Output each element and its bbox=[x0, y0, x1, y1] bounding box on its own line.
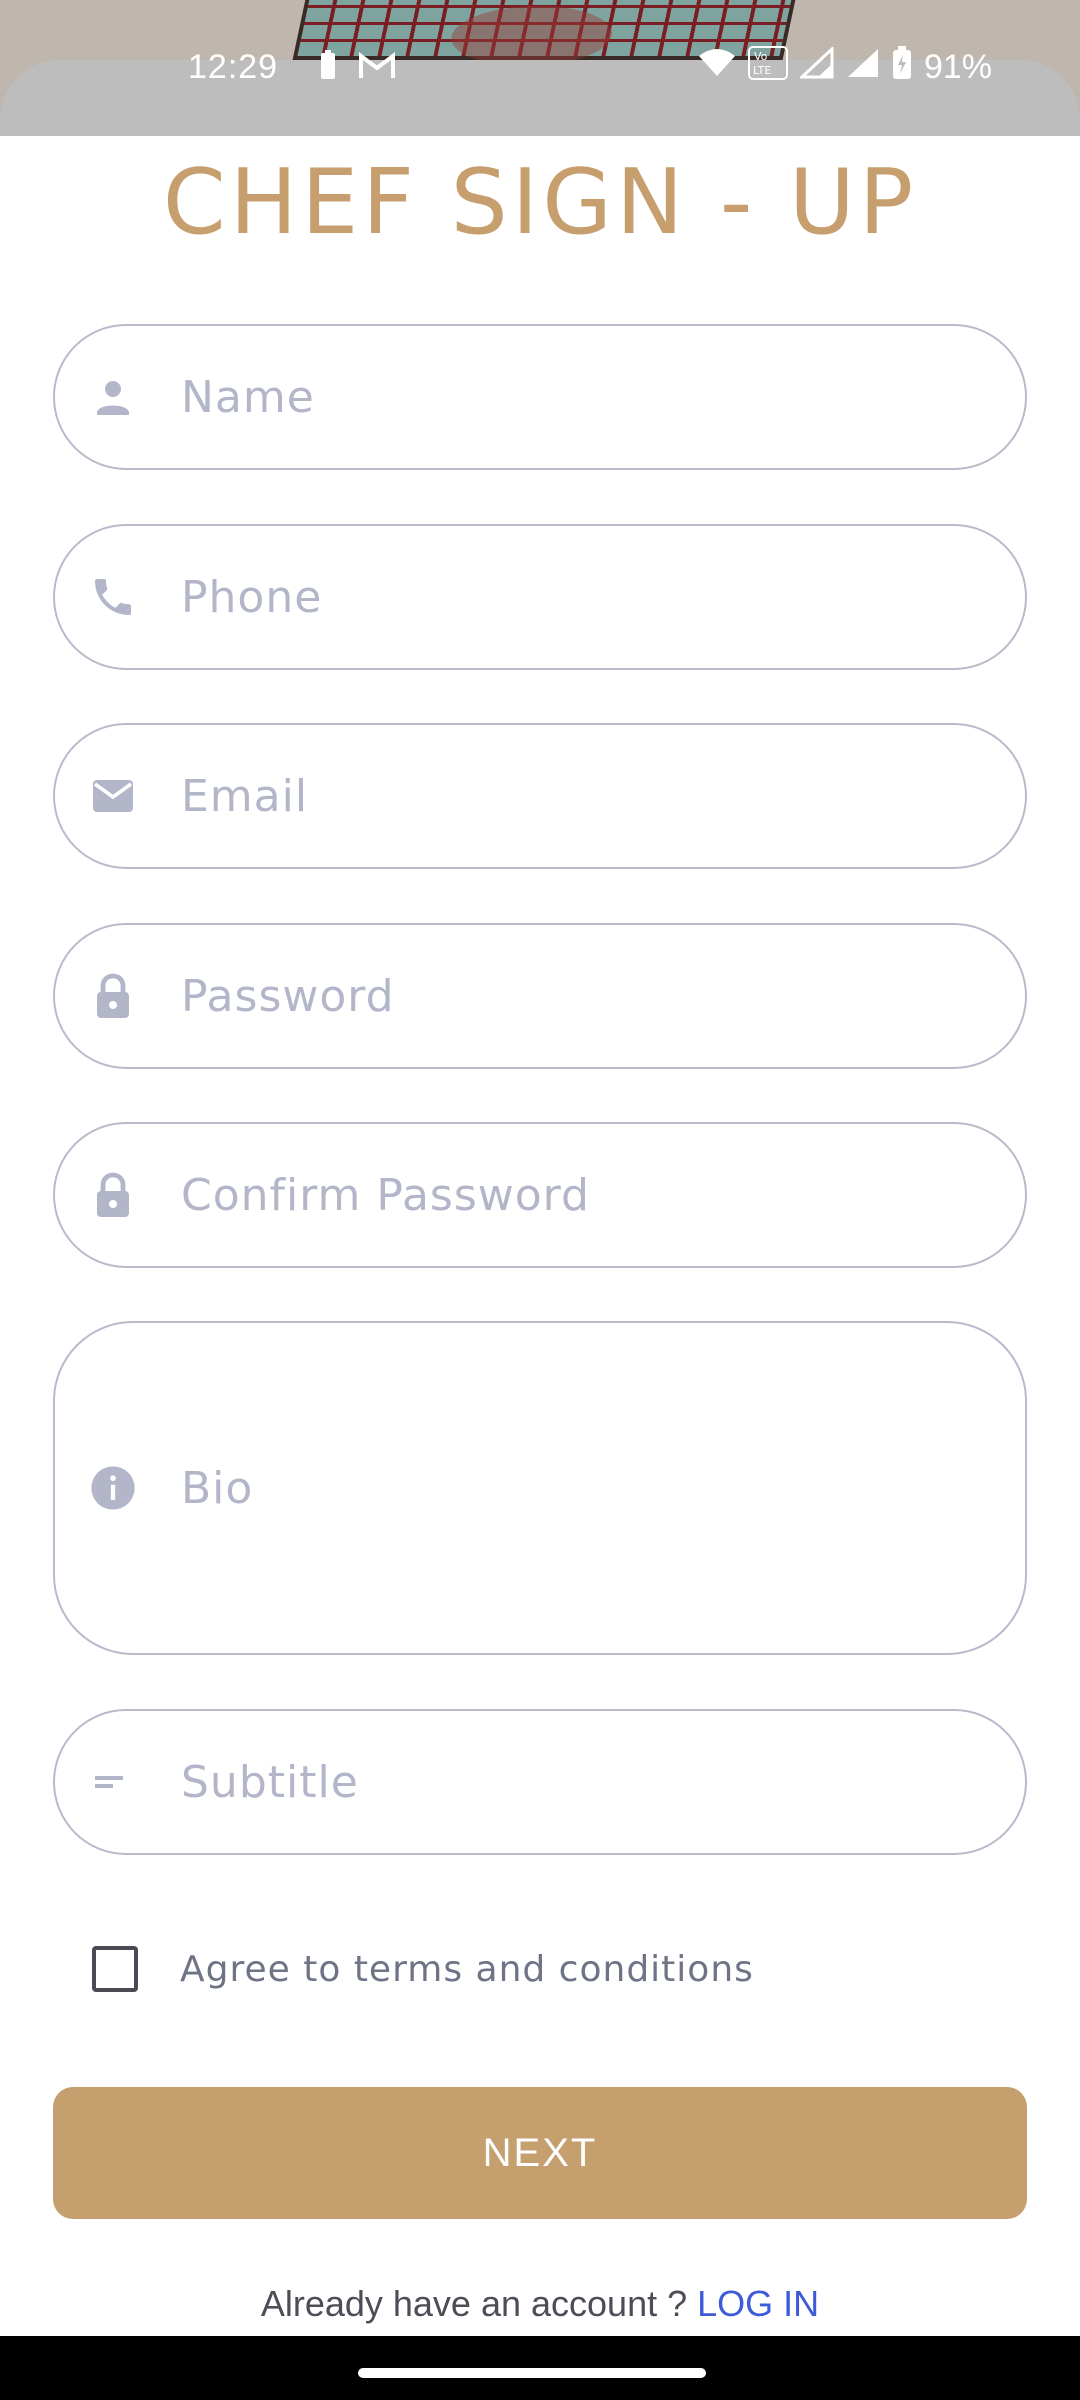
phone-field[interactable] bbox=[53, 524, 1027, 670]
subtitle-input[interactable] bbox=[181, 1752, 985, 1812]
bio-input[interactable] bbox=[181, 1458, 985, 1518]
status-left-icons bbox=[320, 50, 396, 89]
signal-2-icon bbox=[846, 47, 880, 88]
phone-icon bbox=[87, 571, 139, 623]
name-field[interactable] bbox=[53, 324, 1027, 470]
svg-text:Vo: Vo bbox=[754, 50, 768, 63]
next-button[interactable]: NEXT bbox=[53, 2087, 1027, 2219]
phone-input[interactable] bbox=[181, 567, 985, 627]
battery-charging-icon bbox=[892, 46, 912, 89]
battery-small-icon bbox=[320, 50, 336, 89]
login-link[interactable]: LOG IN bbox=[697, 2283, 819, 2324]
system-nav-bar bbox=[0, 2336, 1080, 2400]
terms-label: Agree to terms and conditions bbox=[180, 1948, 754, 1990]
gmail-icon bbox=[358, 50, 396, 89]
password-input[interactable] bbox=[181, 966, 985, 1026]
confirm-password-input[interactable] bbox=[181, 1165, 985, 1225]
login-prompt: Already have an account ? LOG IN bbox=[0, 2283, 1080, 2325]
signal-1-icon bbox=[798, 45, 834, 88]
lock-icon bbox=[87, 970, 139, 1022]
status-right-icons: Vo LTE 91% bbox=[698, 45, 992, 89]
short-text-icon bbox=[87, 1756, 139, 1808]
battery-percent: 91% bbox=[923, 48, 992, 86]
subtitle-field[interactable] bbox=[53, 1709, 1027, 1855]
lock-icon bbox=[87, 1169, 139, 1221]
svg-text:LTE: LTE bbox=[753, 64, 771, 77]
volte-icon: Vo LTE bbox=[747, 46, 788, 89]
name-input[interactable] bbox=[181, 367, 985, 427]
terms-checkbox[interactable] bbox=[92, 1946, 138, 1992]
terms-row[interactable]: Agree to terms and conditions bbox=[92, 1946, 754, 1992]
wifi-icon bbox=[698, 48, 736, 87]
page-title: CHEF SIGN - UP bbox=[162, 150, 918, 255]
email-field[interactable] bbox=[53, 723, 1027, 869]
home-gesture-handle[interactable] bbox=[358, 2368, 706, 2378]
bio-field[interactable] bbox=[53, 1321, 1027, 1655]
login-prompt-text: Already have an account ? bbox=[260, 2283, 688, 2324]
status-time: 12:29 bbox=[188, 48, 279, 86]
person-icon bbox=[87, 371, 139, 423]
email-input[interactable] bbox=[181, 766, 985, 826]
status-bar: 12:29 Vo LTE 91% bbox=[0, 0, 1080, 136]
info-icon bbox=[87, 1462, 139, 1514]
mail-icon bbox=[87, 770, 139, 822]
confirm-password-field[interactable] bbox=[53, 1122, 1027, 1268]
chef-signup-screen: 12:29 Vo LTE 91% CHEF SIGN - UP Name Pho… bbox=[0, 0, 1080, 2400]
password-field[interactable] bbox=[53, 923, 1027, 1069]
